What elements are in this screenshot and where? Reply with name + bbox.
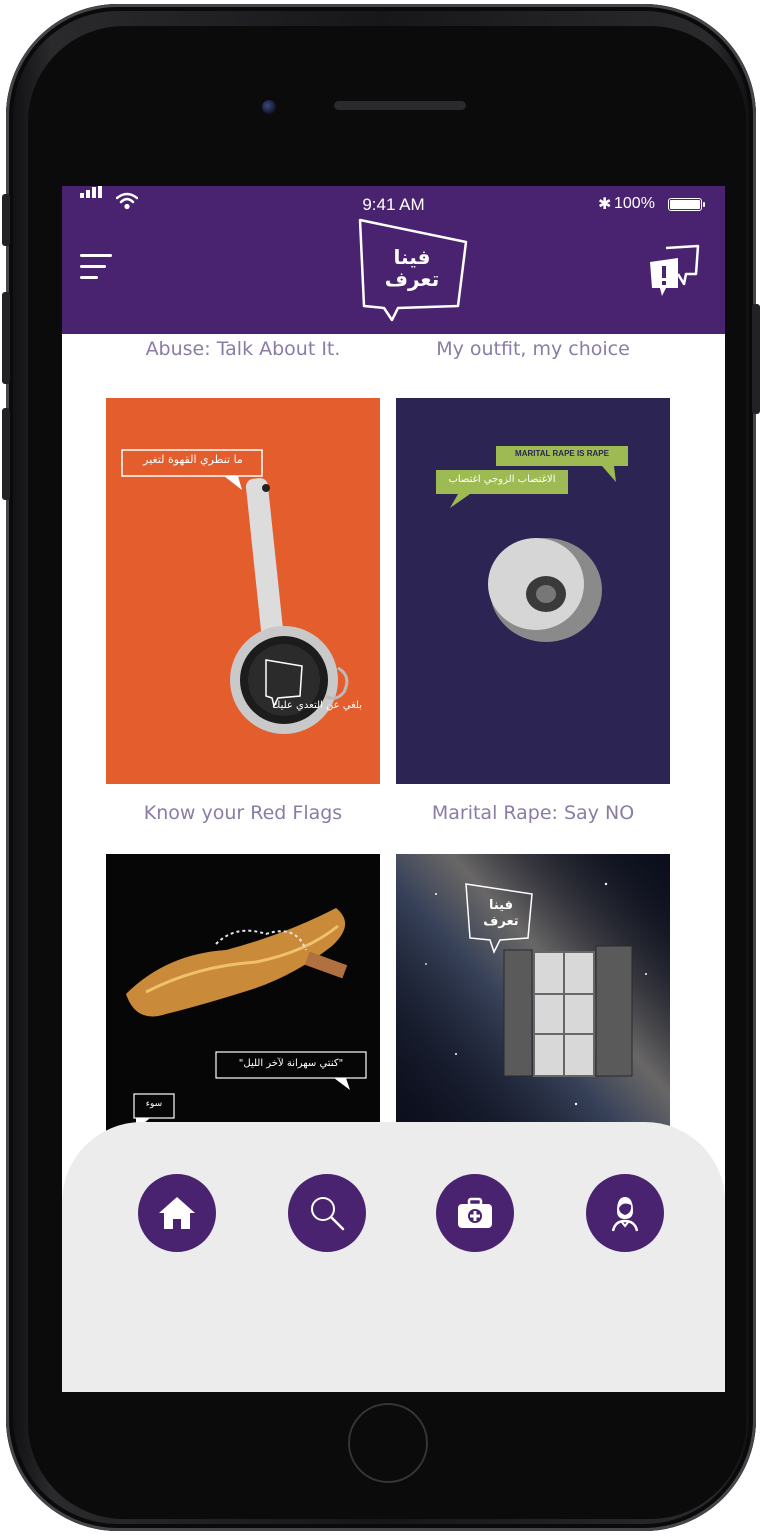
profile-icon bbox=[611, 1197, 639, 1232]
search-icon bbox=[311, 1197, 345, 1231]
front-camera bbox=[262, 100, 276, 114]
campaign-card[interactable]: ما تنطري القهوة لتغير بلغي عن التعدي علي… bbox=[106, 398, 380, 784]
campaign-title: Abuse: Talk About It. bbox=[145, 338, 341, 360]
app-screen: 9:41 AM ✱ 100% فينا تعرف Abuse: Talk Abo… bbox=[62, 186, 725, 1392]
mute-switch bbox=[2, 194, 10, 246]
poster-torn-shoe bbox=[126, 908, 367, 1130]
poster-quote: "كنتي سهرانة لآخر الليل" bbox=[238, 1058, 344, 1069]
poster-logo-text: فينا تعرف bbox=[483, 898, 519, 929]
nav-home-button[interactable] bbox=[138, 1174, 216, 1252]
poster-badge: سوء bbox=[145, 1099, 163, 1109]
app-header: 9:41 AM ✱ 100% فينا تعرف bbox=[62, 186, 725, 334]
poster-tag: ما تنطري القهوة لتغير bbox=[143, 453, 243, 466]
poster-tag-en: MARITAL RAPE IS RAPE bbox=[515, 449, 609, 458]
campaign-title: Marital Rape: Say NO bbox=[431, 802, 635, 824]
volume-up-button bbox=[2, 292, 10, 384]
battery-percent: 100% bbox=[614, 195, 655, 212]
report-alert-button[interactable] bbox=[646, 244, 702, 298]
poster-tag-ar: الاغتصاب الزوجي اغتصاب bbox=[448, 474, 556, 485]
earpiece-speaker bbox=[334, 101, 466, 110]
volume-down-button bbox=[2, 408, 10, 500]
bottom-nav bbox=[62, 1122, 725, 1392]
poster-footer: بلغي عن التعدي عليك bbox=[272, 700, 362, 711]
campaign-title: My outfit, my choice bbox=[436, 338, 630, 360]
campaign-card[interactable]: فينا تعرف bbox=[396, 854, 670, 1154]
campaign-card[interactable]: "كنتي سهرانة لآخر الليل" سوء bbox=[106, 854, 380, 1154]
first-aid-icon bbox=[458, 1197, 492, 1228]
status-bar: 9:41 AM ✱ 100% bbox=[62, 186, 725, 220]
alert-bubble-icon bbox=[650, 244, 700, 296]
nav-search-button[interactable] bbox=[288, 1174, 366, 1252]
hamburger-menu-button[interactable] bbox=[80, 254, 112, 288]
power-button bbox=[752, 304, 760, 414]
home-icon bbox=[159, 1197, 195, 1229]
nav-first-aid-button[interactable] bbox=[436, 1174, 514, 1252]
battery-tip bbox=[703, 202, 705, 207]
logo-text: فينا تعرف bbox=[384, 245, 440, 291]
app-logo[interactable]: فينا تعرف bbox=[354, 216, 472, 324]
bluetooth-icon: ✱ bbox=[598, 196, 612, 213]
poster-window-night-sky bbox=[396, 854, 670, 1154]
home-key[interactable] bbox=[348, 1403, 428, 1483]
nav-profile-button[interactable] bbox=[586, 1174, 664, 1252]
campaign-card[interactable]: MARITAL RAPE IS RAPE الاغتصاب الزوجي اغت… bbox=[396, 398, 670, 784]
campaign-title: Know your Red Flags bbox=[143, 802, 343, 824]
battery-icon bbox=[668, 198, 702, 211]
